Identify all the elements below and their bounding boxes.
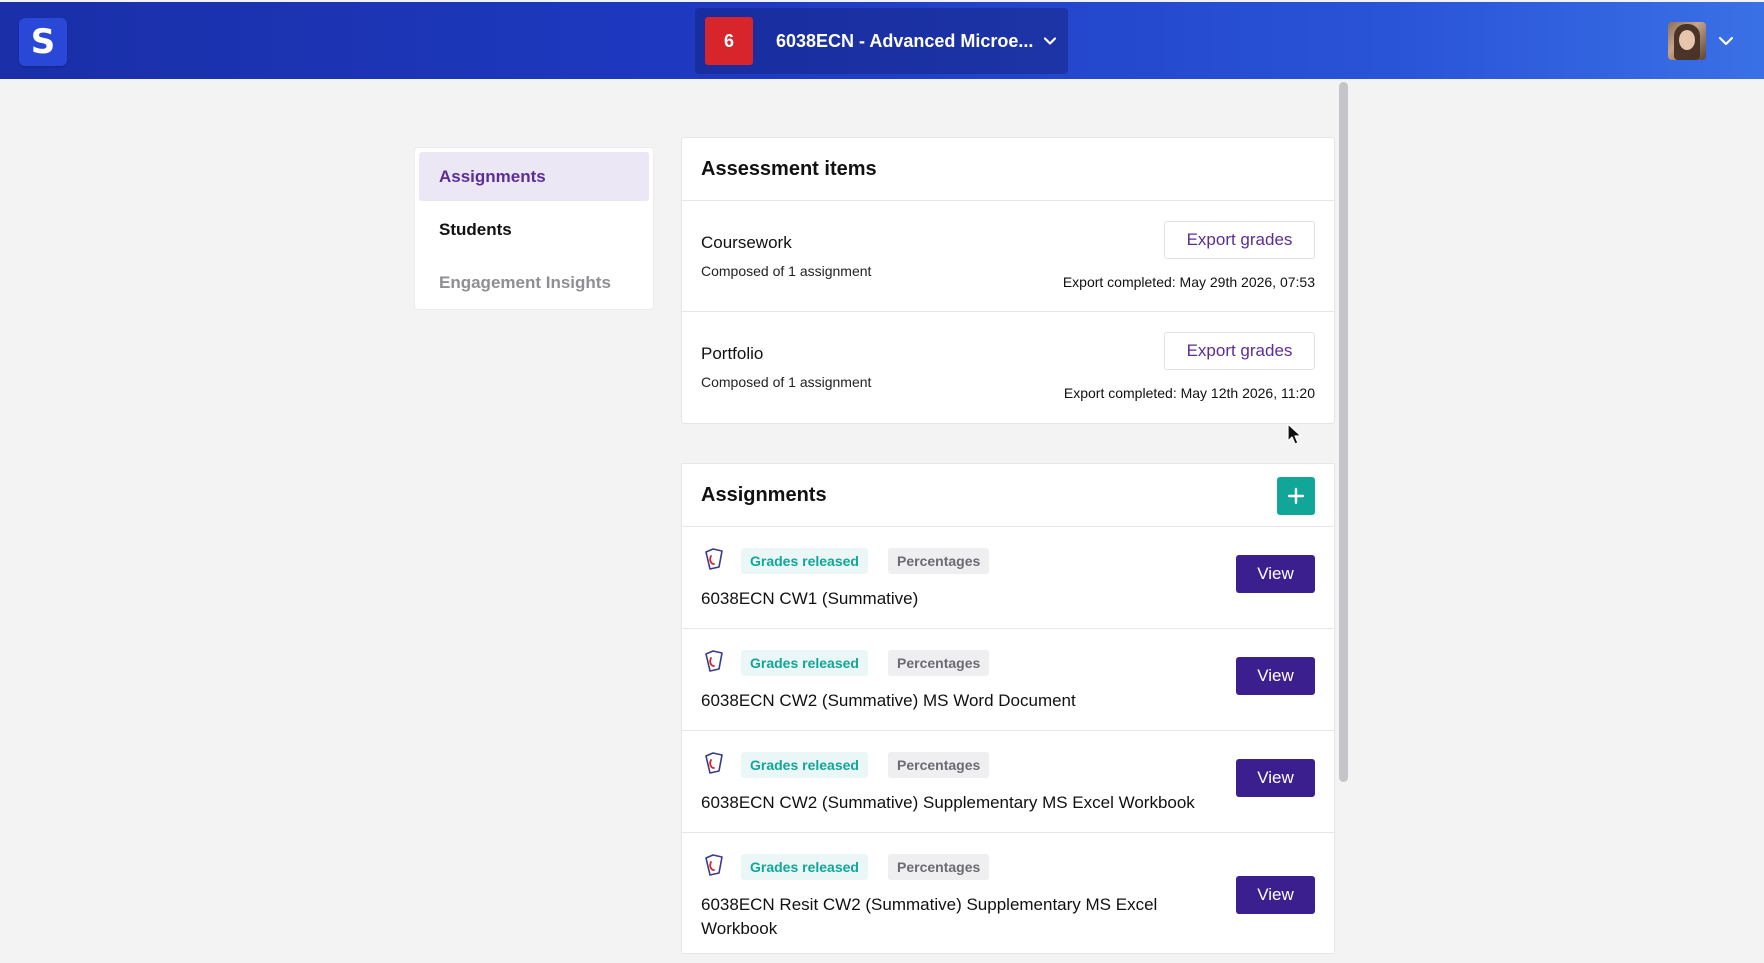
chevron-down-icon — [1044, 37, 1057, 45]
assessment-item-subtitle: Composed of 1 assignment — [701, 374, 872, 390]
add-assignment-button[interactable] — [1277, 477, 1315, 515]
status-badge: Grades released — [741, 854, 868, 880]
course-title: 6038ECN - Advanced Microe... — [776, 30, 1034, 51]
view-button[interactable]: View — [1236, 657, 1315, 695]
assessment-items-card: Assessment items Coursework Composed of … — [681, 137, 1335, 424]
turnitin-icon — [705, 548, 723, 570]
grading-type-badge: Percentages — [888, 650, 990, 676]
app-logo[interactable]: S — [19, 18, 67, 66]
view-button[interactable]: View — [1236, 876, 1315, 914]
assessment-item: Coursework Composed of 1 assignment Expo… — [682, 201, 1334, 312]
export-grades-button[interactable]: Export grades — [1164, 332, 1315, 370]
assessment-item-name: Portfolio — [701, 344, 764, 363]
course-badge: 6 — [705, 17, 753, 65]
grading-type-badge: Percentages — [888, 548, 990, 574]
plus-icon — [1287, 487, 1305, 505]
turnitin-icon — [705, 854, 723, 876]
course-selector[interactable]: 6 6038ECN - Advanced Microe... — [695, 8, 1068, 74]
mouse-cursor-icon — [1287, 423, 1302, 445]
assignment-title[interactable]: 6038ECN Resit CW2 (Summative) Supplement… — [701, 893, 1221, 941]
assignment-title[interactable]: 6038ECN CW2 (Summative) MS Word Document — [701, 689, 1221, 713]
status-badge: Grades released — [741, 548, 868, 574]
export-status: Export completed: May 29th 2026, 07:53 — [1062, 274, 1315, 290]
assignment-row: Grades released Percentages 6038ECN Resi… — [682, 833, 1334, 953]
export-grades-button[interactable]: Export grades — [1164, 221, 1315, 259]
avatar[interactable] — [1668, 22, 1706, 60]
turnitin-icon — [705, 650, 723, 672]
top-bar: S 6 6038ECN - Advanced Microe... — [0, 2, 1764, 79]
sidebar-item-students[interactable]: Students — [419, 205, 649, 254]
avatar-face — [1679, 30, 1695, 50]
assessment-item-name: Coursework — [701, 233, 792, 252]
assignment-title[interactable]: 6038ECN CW1 (Summative) — [701, 587, 1221, 611]
status-badge: Grades released — [741, 752, 868, 778]
grading-type-badge: Percentages — [888, 752, 990, 778]
view-button[interactable]: View — [1236, 759, 1315, 797]
grading-type-badge: Percentages — [888, 854, 990, 880]
assignment-title[interactable]: 6038ECN CW2 (Summative) Supplementary MS… — [701, 791, 1221, 815]
sidebar-item-assignments[interactable]: Assignments — [419, 152, 649, 201]
assessment-item: Portfolio Composed of 1 assignment Expor… — [682, 312, 1334, 423]
status-badge: Grades released — [741, 650, 868, 676]
assignment-row: Grades released Percentages 6038ECN CW1 … — [682, 527, 1334, 629]
chevron-down-icon[interactable] — [1718, 34, 1734, 48]
sidebar-nav: Assignments Students Engagement Insights — [414, 147, 654, 310]
assignment-row: Grades released Percentages 6038ECN CW2 … — [682, 629, 1334, 731]
assignments-title-text: Assignments — [701, 483, 827, 506]
assignment-row: Grades released Percentages 6038ECN CW2 … — [682, 731, 1334, 833]
turnitin-icon — [705, 752, 723, 774]
assessment-items-title: Assessment items — [682, 138, 1334, 201]
view-button[interactable]: View — [1236, 555, 1315, 593]
scrollbar-thumb[interactable] — [1339, 82, 1348, 782]
sidebar-item-engagement-insights[interactable]: Engagement Insights — [419, 258, 649, 307]
assignments-card: Assignments Grades released Percentages … — [681, 463, 1335, 954]
export-status: Export completed: May 12th 2026, 11:20 — [1063, 385, 1315, 401]
assignments-title: Assignments — [682, 464, 1334, 527]
assessment-item-subtitle: Composed of 1 assignment — [701, 263, 872, 279]
